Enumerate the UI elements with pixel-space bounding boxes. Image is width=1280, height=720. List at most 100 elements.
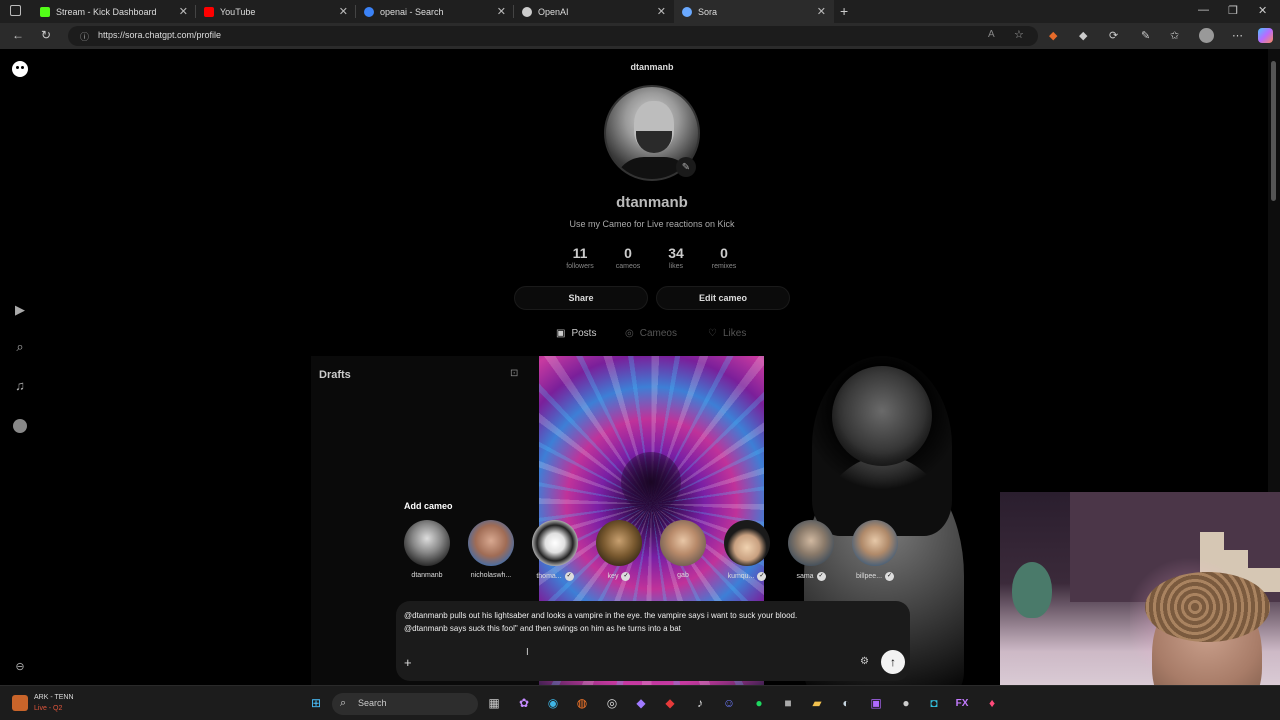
read-aloud-icon[interactable]: A [988,29,995,40]
close-icon[interactable]: ✕ [179,5,188,18]
tab-posts[interactable]: ▣ Posts [556,328,596,339]
verified-check-icon: ✓ [757,572,767,581]
favorite-star-icon[interactable]: ☆ [1014,28,1024,41]
add-attachment-plus-icon[interactable]: + [404,655,412,670]
edit-cameo-button[interactable]: Edit cameo [656,286,790,310]
profile-avatar-icon[interactable] [1199,28,1214,43]
tab-label: Cameos [639,328,677,339]
share-button[interactable]: Share [514,286,648,310]
cameo-option[interactable]: gab [654,520,712,579]
spotify-icon[interactable]: ● [751,695,767,711]
cameo-option[interactable]: kumqu... ✓ [718,520,776,581]
drafts-focus-icon: ⊡ [510,368,519,379]
app-icon-grey[interactable]: ● [898,695,914,711]
cameo-avatar [852,520,898,566]
prompt-composer[interactable]: @dtanmanb pulls out his lightsaber and l… [396,601,910,681]
prompt-line: @dtanmanb pulls out his lightsaber and l… [404,611,798,620]
site-info-icon[interactable]: ⓘ [80,30,89,43]
search-icon[interactable]: ⌕ [12,339,28,355]
close-icon[interactable]: ✕ [817,5,826,18]
cameo-name: thoma... ✓ [536,572,574,581]
game-widget-icon[interactable] [12,695,28,711]
tab-sora[interactable]: Sora ✕ [674,0,834,23]
discord-icon[interactable]: ☺ [721,695,737,711]
bell-icon[interactable]: ♫ [12,377,28,393]
edit-avatar-pencil-icon[interactable]: ✎ [676,157,696,177]
webcam-person-hair [1145,572,1270,642]
copilot-icon[interactable] [1258,28,1273,43]
task-view-icon[interactable]: ▦ [486,695,502,711]
music-app-icon[interactable]: ♪ [692,695,708,711]
cameo-name: gab [677,572,689,579]
cameo-option[interactable]: key ✓ [590,520,648,581]
tab-kick-dashboard[interactable]: Stream - Kick Dashboard ✕ [32,0,196,23]
header-username: dtanmanb [630,62,674,72]
settings-sliders-icon[interactable]: ⚙ [860,656,869,667]
close-icon[interactable]: ✕ [339,5,348,18]
restore-icon[interactable]: ❐ [1228,4,1238,17]
tab-youtube[interactable]: YouTube ✕ [196,0,356,23]
cameo-option[interactable]: billpee... ✓ [846,520,904,581]
more-menu-icon[interactable]: ⋯ [1232,29,1243,42]
new-tab-icon[interactable]: + [840,3,848,19]
extension-fox-icon[interactable]: ◆ [1049,29,1057,42]
send-arrow-up-icon[interactable]: ↑ [881,650,905,674]
app-icon-dark[interactable]: ■ [780,695,796,711]
copilot-app-icon[interactable]: ✿ [516,695,532,711]
heart-icon: ♡ [708,328,717,339]
profile-bio: Use my Cameo for Live reactions on Kick [569,219,735,229]
add-cameo-label: Add cameo [404,501,453,511]
tab-openai-search[interactable]: openai - Search ✕ [356,0,514,23]
verified-check-icon: ✓ [621,572,631,581]
close-icon[interactable]: ✕ [497,5,506,18]
fx-app-icon[interactable]: FX [954,695,970,711]
app-icon-violet[interactable]: ▣ [868,695,884,711]
extension-puzzle-icon[interactable]: ✎ [1141,29,1150,42]
app-icon-pink[interactable]: ♦ [984,695,1000,711]
reload-icon[interactable]: ↻ [41,28,51,42]
cameo-option[interactable]: nicholaswh... [462,520,520,579]
kick-favicon-icon [40,6,50,17]
windows-start-icon[interactable]: ⊞ [308,695,324,711]
steam-icon[interactable]: ◐ [838,695,854,711]
tab-actions-icon[interactable] [10,5,21,16]
edge-icon[interactable]: ◉ [545,695,561,711]
taskbar-widget-title[interactable]: ARK - TENN [34,694,74,701]
close-icon[interactable]: ✕ [657,5,666,18]
search-icon: ⌕ [340,697,347,709]
verified-check-icon: ✓ [564,572,574,581]
app-icon-purple[interactable]: ◆ [633,695,649,711]
browser-toolbar: ← ↻ ⓘ https://sora.chatgpt.com/profile A… [0,23,1280,49]
firefox-icon[interactable]: ◍ [574,695,590,711]
settings-icon[interactable]: ⊖ [12,658,28,674]
taskbar-search[interactable]: ⌕ Search [332,693,478,715]
cameo-name: billpee... ✓ [855,572,895,581]
extension-diamond-icon[interactable]: ◆ [1079,29,1087,42]
app-icon-red[interactable]: ◆ [662,695,678,711]
file-explorer-icon[interactable]: ▰ [809,695,825,711]
verified-check-icon: ✓ [816,572,826,581]
cameo-option[interactable]: dtanmanb [398,520,456,579]
windows-taskbar: ARK - TENN Live - Q2 ⊞ ⌕ Search ▦ ✿ ◉ ◍ … [0,685,1280,720]
app-icon-teal[interactable]: ◘ [926,695,942,711]
minimize-icon[interactable]: — [1198,4,1209,16]
profile-icon[interactable] [12,418,28,434]
taskbar-widget-subtitle: Live - Q2 [34,705,63,712]
favorites-icon[interactable]: ✩ [1170,29,1179,42]
address-bar[interactable]: ⓘ https://sora.chatgpt.com/profile A ☆ [68,26,1038,46]
scrollbar-thumb[interactable] [1271,61,1276,201]
tab-likes[interactable]: ♡ Likes [708,328,746,339]
extension-sync-icon[interactable]: ⟳ [1109,29,1118,42]
tab-cameos[interactable]: ◎ Cameos [625,328,677,339]
stat-remixes[interactable]: 0 remixes [694,245,754,270]
back-icon[interactable]: ← [12,28,24,42]
cameo-option[interactable]: sama ✓ [782,520,840,581]
prompt-textarea[interactable]: @dtanmanb pulls out his lightsaber and l… [404,609,894,635]
window-close-icon[interactable]: ✕ [1258,4,1267,17]
cameo-option[interactable]: thoma... ✓ [526,520,584,581]
taskbar-search-placeholder: Search [358,698,387,708]
tab-openai[interactable]: OpenAI ✕ [514,0,674,23]
cameo-name: dtanmanb [411,572,443,579]
play-icon[interactable]: ▶ [12,302,28,318]
obs-icon[interactable]: ◎ [604,695,620,711]
